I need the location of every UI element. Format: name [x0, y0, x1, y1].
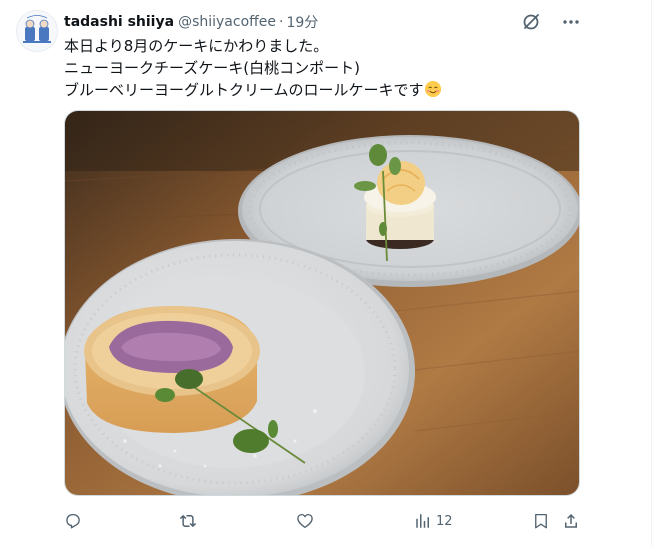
cake-photo-image: [65, 111, 579, 495]
views-button[interactable]: 12: [414, 510, 453, 532]
separator-dot: ·: [279, 14, 284, 30]
like-button[interactable]: [296, 510, 314, 532]
heart-icon: [297, 513, 313, 529]
reply-icon: [66, 513, 80, 529]
bookmark-icon: [535, 513, 547, 529]
tweet-text-line: 本日より8月のケーキにかわりました。: [64, 37, 329, 55]
tweet: tadashi shiiya @shiiyacoffee · 19分 本日より8…: [0, 0, 652, 547]
avatar[interactable]: [16, 10, 58, 52]
retweet-button[interactable]: [178, 510, 198, 532]
tweet-actions: 12: [64, 510, 584, 532]
tweet-text-line-content: ブルーベリーヨーグルトクリームのロールケーキです: [64, 81, 424, 99]
avatar-image: [17, 11, 57, 51]
views-count: 12: [436, 513, 453, 529]
grok-icon: [523, 14, 539, 30]
reply-button[interactable]: [64, 510, 82, 532]
share-icon: [565, 513, 577, 528]
tweet-header: tadashi shiiya @shiiyacoffee · 19分: [64, 12, 318, 32]
tweet-photo[interactable]: [64, 110, 580, 496]
retweet-icon: [179, 514, 197, 528]
timestamp[interactable]: 19分: [286, 12, 318, 32]
tweet-top-actions: [519, 10, 583, 34]
tweet-text: 本日より8月のケーキにかわりました。 ニューヨークチーズケーキ(白桃コンポート)…: [64, 35, 441, 101]
user-handle[interactable]: @shiiyacoffee: [178, 14, 276, 30]
tweet-text-line: ブルーベリーヨーグルトクリームのロールケーキです: [64, 79, 441, 101]
smiling-face-emoji-icon: [424, 81, 441, 97]
tweet-text-line: ニューヨークチーズケーキ(白桃コンポート): [64, 59, 360, 77]
more-icon: [563, 20, 579, 24]
share-button[interactable]: [562, 510, 580, 532]
more-options-button[interactable]: [559, 10, 583, 34]
bookmark-button[interactable]: [532, 510, 550, 532]
grok-button[interactable]: [519, 10, 543, 34]
views-chart-icon: [416, 514, 429, 528]
display-name[interactable]: tadashi shiiya: [64, 14, 174, 30]
